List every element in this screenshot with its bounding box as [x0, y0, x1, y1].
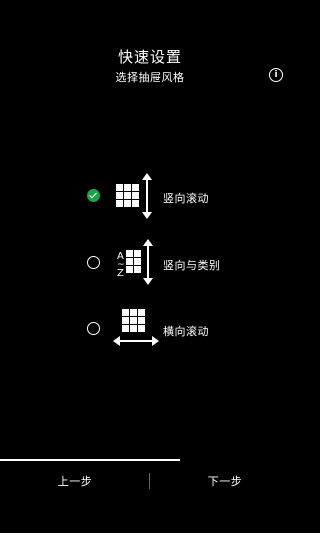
horizontal-scroll-grid-icon — [113, 309, 159, 346]
vertical-alphabetical-grid-icon: A ~ Z — [117, 239, 153, 285]
option-label: 横向滚动 — [163, 325, 209, 338]
next-step-button[interactable]: 下一步 — [150, 462, 300, 502]
radio-selected-icon[interactable] — [87, 189, 100, 202]
radio-unselected-icon[interactable] — [87, 322, 100, 335]
option-vertical-categories[interactable]: A ~ Z 竖向与类别 — [0, 238, 300, 288]
footer-divider — [149, 473, 150, 489]
info-icon[interactable]: i — [269, 68, 283, 82]
option-label: 竖向滚动 — [163, 192, 209, 205]
radio-unselected-icon[interactable] — [87, 256, 100, 269]
option-label: 竖向与类别 — [163, 259, 221, 272]
page-title: 快速设置 — [117, 48, 182, 66]
vertical-scroll-grid-icon — [116, 173, 152, 219]
bottom-navigation-bar: 上一步 下一步 — [0, 462, 300, 502]
page-subtitle: 选择抽屉风格 — [115, 71, 185, 84]
option-vertical-scroll[interactable]: 竖向滚动 — [0, 172, 300, 222]
option-horizontal-scroll[interactable]: 横向滚动 — [0, 306, 300, 356]
progress-indicator-line — [0, 459, 180, 461]
previous-step-button[interactable]: 上一步 — [0, 462, 150, 502]
quick-setup-screen: 快速设置 选择抽屉风格 i 竖向滚动 A ~ Z 竖向与类别 横向滚动 上一步 … — [0, 0, 300, 533]
icon-letter-z: Z — [117, 268, 124, 279]
